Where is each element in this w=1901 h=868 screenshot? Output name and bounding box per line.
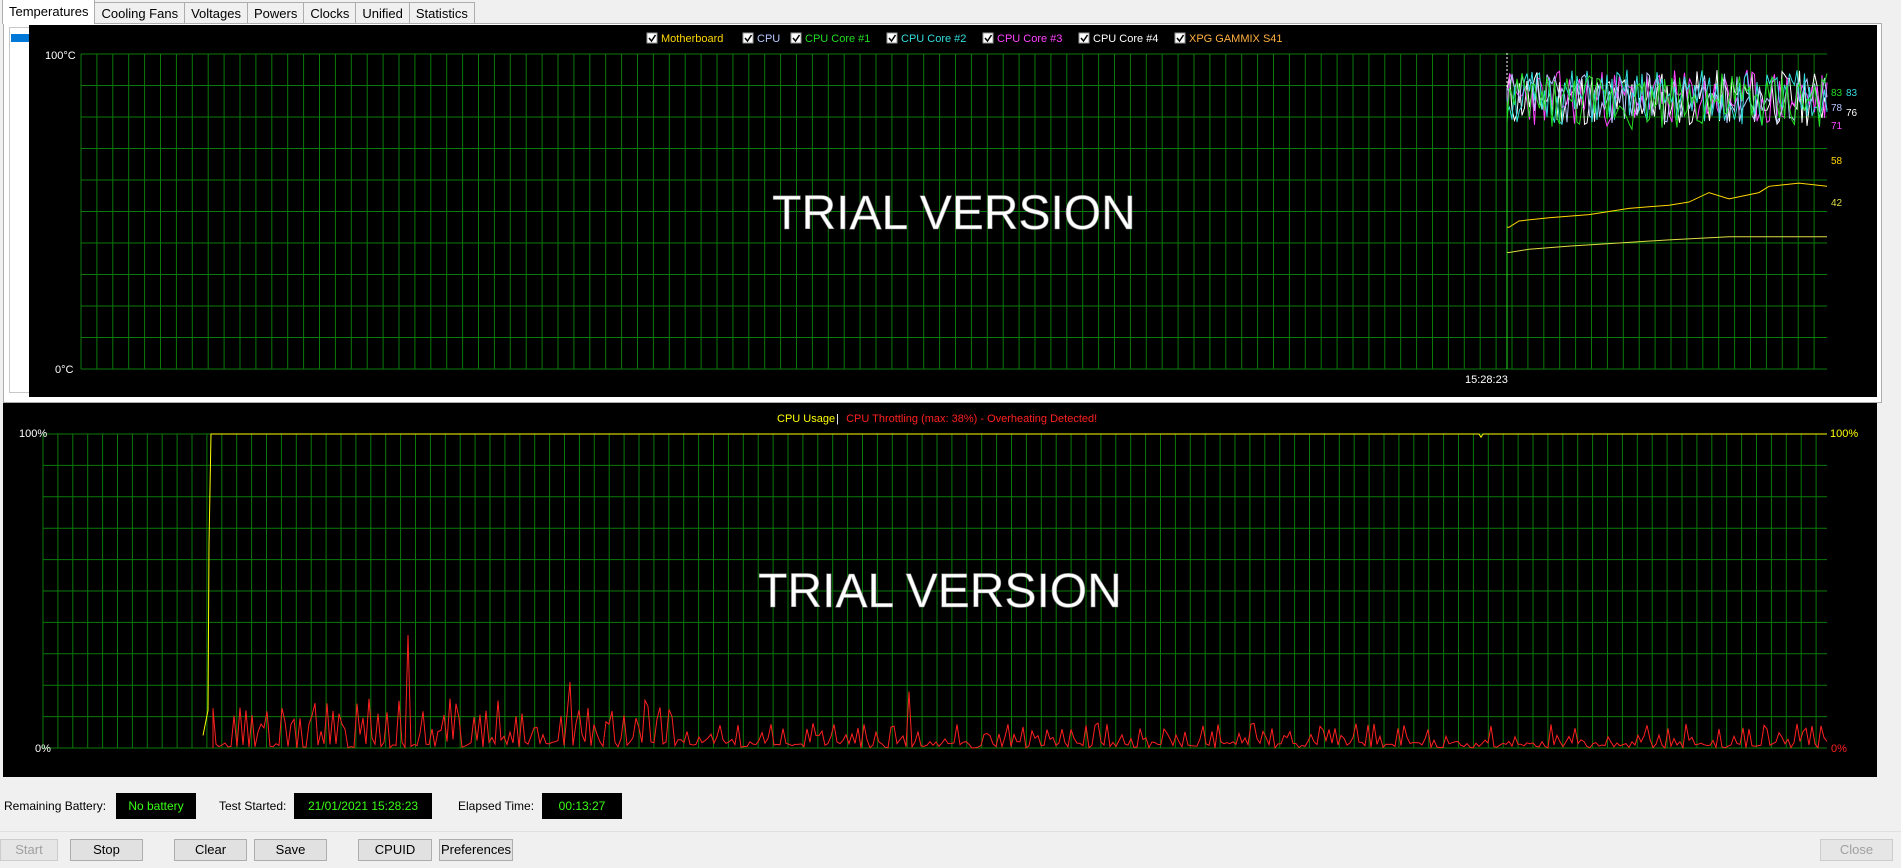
selected-sensor-indicator [11, 34, 31, 42]
button-bar-divider [0, 831, 1901, 832]
usage-y-min-label: 0% [35, 743, 51, 755]
battery-label: Remaining Battery: [4, 799, 107, 813]
temp-trial-watermark: TRIAL VERSION [772, 187, 1136, 240]
tab-bar: Temperatures Cooling Fans Voltages Power… [2, 0, 475, 24]
tab-clocks[interactable]: Clocks [303, 2, 357, 24]
tab-voltages[interactable]: Voltages [184, 2, 248, 24]
temperature-graph: Motherboard CPU CPU Core #1 CPU Core #2 CPU … [29, 25, 1877, 397]
stop-button[interactable]: Stop [70, 839, 143, 861]
usage-title-throttling: CPU Throttling (max: 38%) - Overheating … [846, 413, 1097, 425]
temp-end-label: 78 [1831, 103, 1843, 114]
test-started-value: 21/01/2021 15:28:23 [294, 793, 432, 819]
legend-label: CPU Core #4 [1093, 33, 1158, 45]
legend-label: CPU Core #3 [997, 33, 1062, 45]
temp-y-max-label: 100°C [45, 50, 76, 62]
legend-label: Motherboard [661, 33, 723, 45]
start-button[interactable]: Start [0, 839, 58, 861]
temp-end-label: 83 [1831, 88, 1843, 99]
temp-end-label: 83 [1846, 88, 1858, 99]
usage-y-max-label: 100% [19, 428, 47, 440]
temp-y-min-label: 0°C [55, 364, 74, 376]
battery-value: No battery [116, 793, 196, 819]
usage-title-cpu-usage: CPU Usage [777, 413, 835, 425]
cpu-usage-graph: CPU Usage | CPU Throttling (max: 38%) - … [3, 403, 1877, 777]
tab-unified[interactable]: Unified [355, 2, 410, 24]
tab-cooling-fans[interactable]: Cooling Fans [94, 2, 186, 24]
test-started-label: Test Started: [219, 799, 287, 813]
usage-title-separator: | [836, 413, 839, 425]
usage-end-label: 100% [1830, 428, 1858, 440]
usage-trial-watermark: TRIAL VERSION [758, 565, 1122, 618]
temp-end-label: 42 [1831, 198, 1843, 209]
tab-temperatures[interactable]: Temperatures [2, 0, 96, 24]
save-button[interactable]: Save [254, 839, 327, 861]
temp-end-label: 58 [1831, 156, 1843, 167]
usage-title: CPU Usage | CPU Throttling (max: 38%) - … [777, 413, 1097, 425]
elapsed-time-label: Elapsed Time: [458, 799, 535, 813]
clear-button[interactable]: Clear [174, 839, 247, 861]
cpuid-button[interactable]: CPUID [358, 839, 432, 861]
legend-item-6[interactable]: XPG GAMMIX S41 [1174, 32, 1283, 45]
legend-item-1[interactable]: CPU [742, 32, 780, 45]
temp-time-label: 15:28:23 [1465, 374, 1508, 386]
temp-end-label: 71 [1831, 121, 1843, 132]
legend-label: CPU Core #2 [901, 33, 966, 45]
tab-statistics[interactable]: Statistics [408, 2, 475, 24]
preferences-button[interactable]: Preferences [439, 839, 513, 861]
temp-end-label: 76 [1846, 108, 1858, 119]
legend-label: XPG GAMMIX S41 [1189, 33, 1283, 45]
close-button[interactable]: Close [1820, 839, 1893, 861]
legend-label: CPU Core #1 [805, 33, 870, 45]
throttle-end-label: 0% [1831, 743, 1847, 755]
elapsed-time-value: 00:13:27 [542, 793, 622, 819]
tab-powers[interactable]: Powers [246, 2, 305, 24]
legend-label: CPU [757, 33, 780, 45]
